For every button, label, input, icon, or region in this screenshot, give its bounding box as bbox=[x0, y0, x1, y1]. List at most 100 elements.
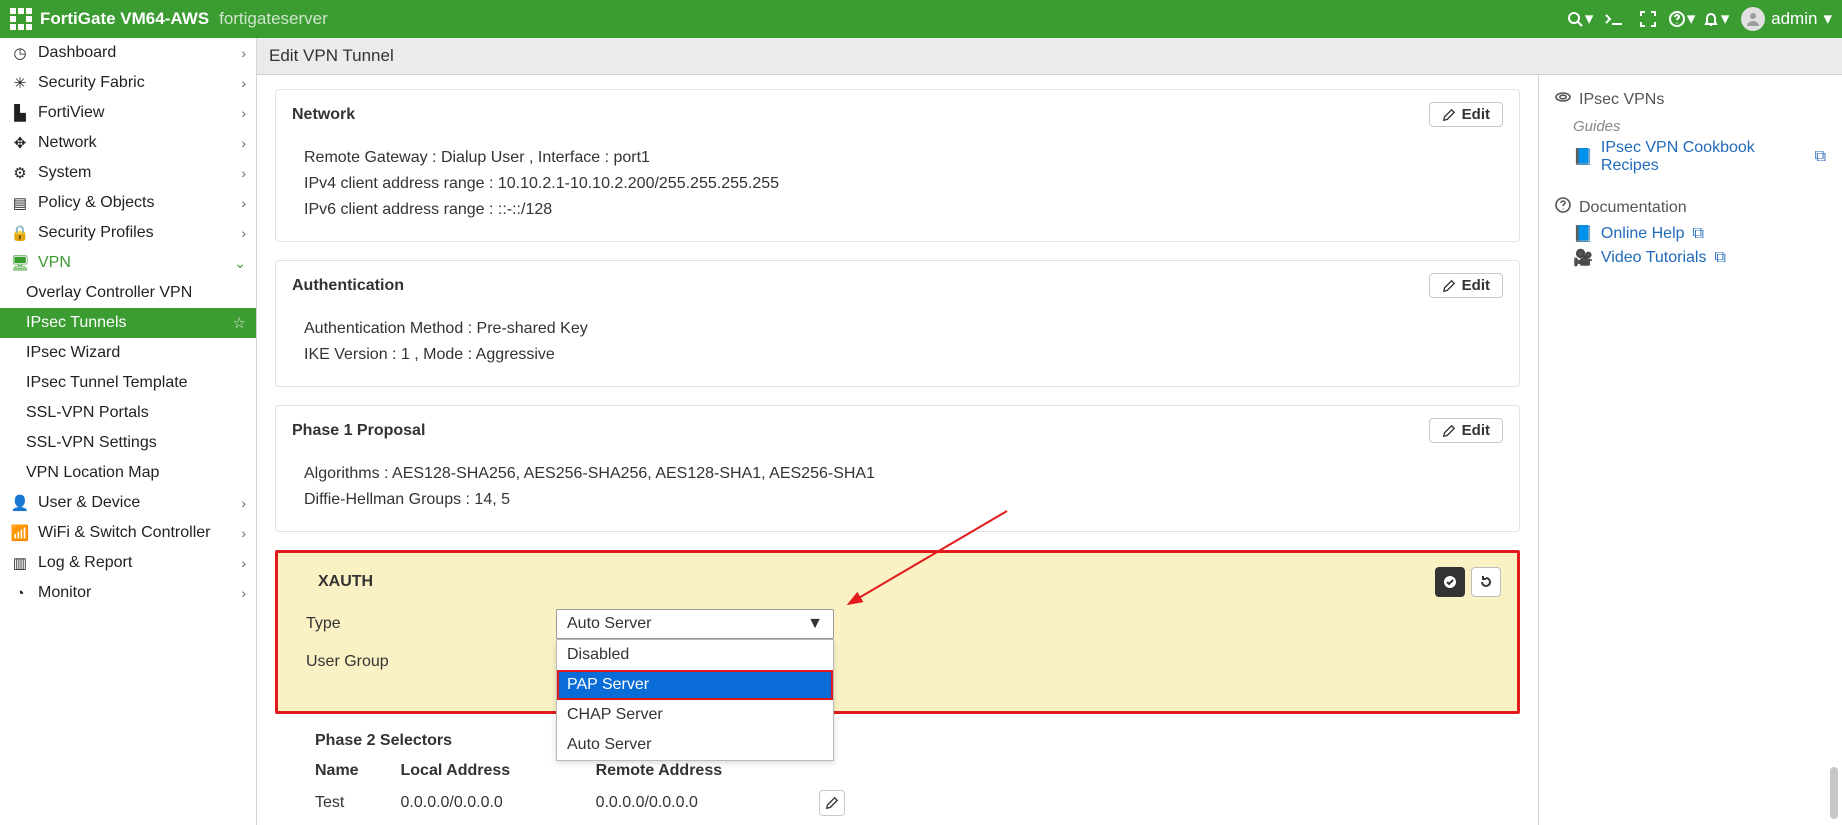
network-panel-title: Network bbox=[292, 106, 1429, 124]
tachometer-icon: ◷ bbox=[10, 44, 30, 62]
hostname: fortigateserver bbox=[219, 9, 328, 29]
sidebar-item-user-device[interactable]: 👤User & Device› bbox=[0, 488, 256, 518]
chevron-right-icon: › bbox=[241, 105, 246, 121]
search-icon[interactable]: ▾ bbox=[1567, 9, 1593, 29]
book-icon: 📘 bbox=[1573, 147, 1593, 167]
product-logo bbox=[10, 8, 32, 30]
xauth-type-option-disabled[interactable]: Disabled bbox=[557, 640, 833, 670]
sidebar-item-vpn[interactable]: 🖥VPN⌄ bbox=[0, 248, 256, 278]
sidebar-item-ssl-vpn-settings[interactable]: SSL-VPN Settings bbox=[0, 428, 256, 458]
ipsec-vpns-heading: IPsec VPNs bbox=[1555, 89, 1826, 110]
help-circle-icon bbox=[1555, 197, 1571, 218]
sidebar-item-security-profiles[interactable]: 🔒Security Profiles› bbox=[0, 218, 256, 248]
link-video-tutorials[interactable]: 🎥 Video Tutorials ⧉ bbox=[1573, 248, 1826, 268]
cell-local: 0.0.0.0/0.0.0.0 bbox=[401, 786, 596, 820]
xauth-revert-button[interactable] bbox=[1471, 567, 1501, 597]
xauth-type-option-auto[interactable]: Auto Server bbox=[557, 730, 833, 760]
top-bar: FortiGate VM64-AWS fortigateserver ▾ ▾ ▾… bbox=[0, 0, 1842, 38]
sidebar-item-fortiview[interactable]: ▙FortiView› bbox=[0, 98, 256, 128]
xauth-type-option-chap[interactable]: CHAP Server bbox=[557, 700, 833, 730]
laptop-icon: 🖥 bbox=[10, 254, 30, 272]
edit-network-button[interactable]: Edit bbox=[1429, 102, 1503, 127]
page-title: Edit VPN Tunnel bbox=[257, 38, 1842, 75]
documentation-heading: Documentation bbox=[1555, 197, 1826, 218]
lock-icon: 🔒 bbox=[10, 224, 30, 242]
xauth-type-option-pap[interactable]: PAP Server bbox=[557, 670, 833, 700]
xauth-apply-button[interactable] bbox=[1435, 567, 1465, 597]
sidebar-item-log-report[interactable]: ▥Log & Report› bbox=[0, 548, 256, 578]
phase1-panel: Phase 1 Proposal Edit Algorithms : AES12… bbox=[275, 405, 1520, 532]
sidebar-item-ipsec-wizard[interactable]: IPsec Wizard bbox=[0, 338, 256, 368]
chevron-down-icon: ⌄ bbox=[234, 255, 246, 272]
chevron-right-icon: › bbox=[241, 135, 246, 151]
edit-authentication-button[interactable]: Edit bbox=[1429, 273, 1503, 298]
authentication-panel-title: Authentication bbox=[292, 277, 1429, 295]
sidebar-item-ipsec-tunnel-template[interactable]: IPsec Tunnel Template bbox=[0, 368, 256, 398]
link-online-help[interactable]: 📘 Online Help ⧉ bbox=[1573, 224, 1826, 244]
sidebar-item-overlay-controller-vpn[interactable]: Overlay Controller VPN bbox=[0, 278, 256, 308]
chevron-right-icon: › bbox=[241, 495, 246, 511]
fabric-icon: ✳ bbox=[10, 74, 30, 92]
table-row: Test 0.0.0.0/0.0.0.0 0.0.0.0/0.0.0.0 bbox=[315, 786, 875, 820]
gear-icon: ⚙ bbox=[10, 164, 30, 182]
video-icon: 🎥 bbox=[1573, 248, 1593, 268]
chart-icon: ▙ bbox=[10, 104, 30, 122]
cell-name: Test bbox=[315, 786, 401, 820]
wifi-icon: 📶 bbox=[10, 524, 30, 542]
xauth-type-dropdown: Disabled PAP Server CHAP Server Auto Ser… bbox=[556, 639, 834, 761]
sidebar-item-monitor[interactable]: ◔Monitor› bbox=[0, 578, 256, 608]
chevron-right-icon: › bbox=[241, 555, 246, 571]
sidebar-item-policy-objects[interactable]: ▤Policy & Objects› bbox=[0, 188, 256, 218]
sidebar-item-ssl-vpn-portals[interactable]: SSL-VPN Portals bbox=[0, 398, 256, 428]
cell-remote: 0.0.0.0/0.0.0.0 bbox=[596, 786, 819, 820]
main-content: Network Edit Remote Gateway : Dialup Use… bbox=[257, 75, 1538, 825]
col-local: Local Address bbox=[401, 758, 596, 786]
right-panel: IPsec VPNs Guides 📘 IPsec VPN Cookbook R… bbox=[1538, 75, 1842, 825]
phase1-line: Algorithms : AES128-SHA256, AES256-SHA25… bbox=[304, 465, 1503, 483]
sidebar-item-security-fabric[interactable]: ✳Security Fabric› bbox=[0, 68, 256, 98]
move-icon: ✥ bbox=[10, 134, 30, 152]
fortinet-logo-icon bbox=[10, 8, 32, 30]
auth-line: Authentication Method : Pre-shared Key bbox=[304, 320, 1503, 338]
network-line: IPv4 client address range : 10.10.2.1-10… bbox=[304, 175, 1503, 193]
link-cookbook[interactable]: 📘 IPsec VPN Cookbook Recipes ⧉ bbox=[1573, 139, 1826, 175]
chevron-right-icon: › bbox=[241, 225, 246, 241]
user-menu[interactable]: admin ▾ bbox=[1741, 7, 1832, 31]
external-link-icon: ⧉ bbox=[1815, 148, 1826, 166]
authentication-panel: Authentication Edit Authentication Metho… bbox=[275, 260, 1520, 387]
edit-phase1-button[interactable]: Edit bbox=[1429, 418, 1503, 443]
caret-down-icon: ▼ bbox=[807, 615, 823, 633]
sidebar-item-ipsec-tunnels[interactable]: IPsec Tunnels☆ bbox=[0, 308, 256, 338]
sidebar-item-dashboard[interactable]: ◷Dashboard› bbox=[0, 38, 256, 68]
xauth-panel: XAUTH Type Auto Server ▼ Disabled bbox=[275, 550, 1520, 714]
network-panel: Network Edit Remote Gateway : Dialup Use… bbox=[275, 89, 1520, 242]
xauth-type-select[interactable]: Auto Server ▼ bbox=[556, 609, 834, 639]
user-icon: 👤 bbox=[10, 494, 30, 512]
fullscreen-icon[interactable] bbox=[1635, 11, 1661, 27]
chevron-right-icon: › bbox=[241, 165, 246, 181]
sidebar-item-vpn-location-map[interactable]: VPN Location Map bbox=[0, 458, 256, 488]
table-header-row: Name Local Address Remote Address bbox=[315, 758, 875, 786]
network-line: Remote Gateway : Dialup User , Interface… bbox=[304, 149, 1503, 167]
bars-icon: ▥ bbox=[10, 554, 30, 572]
help-icon[interactable]: ▾ bbox=[1669, 9, 1695, 29]
sidebar-item-system[interactable]: ⚙System› bbox=[0, 158, 256, 188]
col-remote: Remote Address bbox=[596, 758, 819, 786]
sidebar-item-network[interactable]: ✥Network› bbox=[0, 128, 256, 158]
network-line: IPv6 client address range : ::-::/128 bbox=[304, 201, 1503, 219]
chevron-right-icon: › bbox=[241, 585, 246, 601]
sidebar-item-wifi-switch[interactable]: 📶WiFi & Switch Controller› bbox=[0, 518, 256, 548]
star-icon[interactable]: ☆ bbox=[233, 314, 246, 332]
edit-row-button[interactable] bbox=[819, 790, 845, 816]
chevron-right-icon: › bbox=[241, 525, 246, 541]
scrollbar[interactable] bbox=[1830, 75, 1838, 825]
external-link-icon: ⧉ bbox=[1714, 249, 1725, 267]
notifications-icon[interactable]: ▾ bbox=[1703, 9, 1729, 29]
xauth-type-value: Auto Server bbox=[567, 615, 651, 633]
auth-line: IKE Version : 1 , Mode : Aggressive bbox=[304, 346, 1503, 364]
guides-label: Guides bbox=[1573, 118, 1826, 135]
cli-icon[interactable] bbox=[1601, 12, 1627, 26]
col-name: Name bbox=[315, 758, 401, 786]
phase1-line: Diffie-Hellman Groups : 14, 5 bbox=[304, 491, 1503, 509]
avatar-icon bbox=[1741, 7, 1765, 31]
